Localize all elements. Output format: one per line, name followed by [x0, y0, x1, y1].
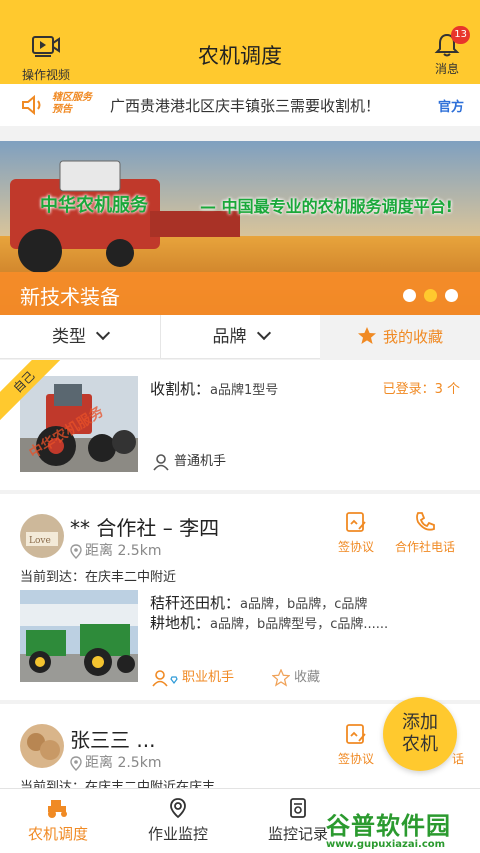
favorite-label: 收藏	[294, 670, 321, 685]
distance: 距离 2.5km	[70, 752, 161, 772]
machine-photo	[20, 590, 138, 682]
machine-spec: 收割机：a品牌1型号	[150, 378, 278, 399]
watermark-title: 谷普软件园	[326, 812, 451, 840]
carousel-dot[interactable]	[403, 289, 416, 302]
machine-line-2-label: 耕地机：	[150, 614, 211, 632]
tab-job-monitoring-label: 作业监控	[147, 825, 208, 843]
operator-role: 职业机手	[152, 666, 234, 687]
operator-role-label: 职业机手	[182, 670, 235, 685]
machine-line-1-value: a品牌，b品牌，c品牌	[240, 597, 368, 612]
type-filter[interactable]: 类型	[0, 315, 160, 359]
avatar: Love	[20, 514, 64, 558]
cooperative-phone-label: 合作社电话	[394, 540, 455, 554]
brand-filter-label: 品牌	[212, 327, 247, 347]
add-machine-button[interactable]: 添加 农机	[383, 697, 457, 771]
cooperative-card[interactable]: Love ** 合作社 – 李四 距离 2.5km 签协议 合作社电话 当前到达…	[0, 494, 480, 700]
machine-line-1-label: 秸秆还田机：	[150, 594, 241, 612]
machine-line-2: 耕地机：a品牌，b品牌型号，c品牌......	[150, 612, 388, 633]
avatar	[20, 724, 64, 768]
star-outline-icon	[271, 667, 291, 687]
distance-label: 距离 2.5km	[85, 543, 162, 559]
page-title: 农机调度	[198, 44, 282, 68]
location-pin-icon	[70, 543, 82, 559]
chevron-down-icon	[256, 325, 271, 341]
operator-role-label: 普通机手	[174, 454, 227, 469]
brand-filter[interactable]: 品牌	[160, 315, 320, 359]
app-screen: 操作视频 农机调度 13 消息 辖区服务 预告 广西贵港港北区庆丰镇张三需要收割…	[0, 0, 480, 853]
filter-bar: 类型 品牌 我的收藏	[0, 315, 480, 359]
tab-job-monitoring[interactable]: 作业监控	[128, 797, 228, 844]
distance: 距离 2.5km	[70, 540, 161, 560]
machine-card-self[interactable]: 中华农机服务 自己 收割机：a品牌1型号 已登录：3 个 普通机手	[0, 360, 480, 490]
professional-operator-icon	[152, 669, 178, 687]
tab-machine-dispatch-label: 农机调度	[27, 825, 88, 843]
notice-tag: 辖区服务 预告	[52, 92, 98, 116]
star-icon	[357, 326, 376, 344]
bell-icon: 13	[434, 26, 470, 58]
distance-label: 距离 2.5km	[85, 755, 162, 771]
carousel-dots[interactable]	[395, 287, 458, 306]
operator-role: 普通机手	[152, 450, 226, 471]
my-favorites-tab[interactable]: 我的收藏	[320, 315, 480, 359]
add-machine-label-line2: 农机	[402, 734, 438, 755]
notice-tag-line1: 辖区服务	[52, 92, 92, 103]
machine-line-2-value: a品牌，b品牌型号，c品牌......	[210, 617, 389, 632]
banner-carousel[interactable]: 中华农机服务 — 中国最专业的农机服务调度平台! 新技术装备	[0, 141, 480, 315]
speaker-icon	[22, 94, 41, 116]
location-pin-icon	[70, 755, 82, 771]
location-target-icon	[170, 798, 186, 819]
tab-machine-dispatch[interactable]: 农机调度	[8, 797, 108, 844]
sign-agreement-button[interactable]: 签协议	[334, 510, 378, 555]
add-machine-label-line1: 添加	[402, 712, 438, 733]
notice-message: 广西贵港港北区庆丰镇张三需要收割机！	[110, 97, 381, 115]
cooperative-name: ** 合作社 – 李四	[70, 516, 220, 540]
chevron-down-icon	[95, 325, 111, 341]
phone-icon	[416, 512, 435, 531]
machine-type-value: a品牌1型号	[210, 383, 279, 398]
banner-slogan-brand: 中华农机服务	[40, 195, 148, 216]
tab-monitoring-records-label: 监控记录	[267, 825, 328, 843]
person-icon	[153, 453, 169, 471]
top-header: 操作视频 农机调度 13 消息	[0, 0, 480, 84]
type-filter-label: 类型	[52, 327, 86, 347]
harvester-icon	[48, 800, 67, 818]
watermark-url: www.gupuxiazai.com	[326, 839, 446, 850]
banner-slogan-text: — 中国最专业的农机服务调度平台!	[200, 197, 453, 216]
arrival-location: 当前到达：在庆丰二中附近	[20, 570, 177, 585]
site-watermark: 谷普软件园 www.gupuxiazai.com	[326, 806, 476, 853]
cooperative-phone-button[interactable]: 合作社电话	[390, 510, 460, 555]
notice-bar[interactable]: 辖区服务 预告 广西贵港港北区庆丰镇张三需要收割机！ 官方	[0, 84, 480, 126]
favorite-button[interactable]: 收藏	[271, 666, 321, 687]
machine-type-label: 收割机：	[150, 380, 211, 398]
operator-name: 张三三 ...	[70, 728, 156, 752]
agreement-icon	[346, 512, 366, 532]
notice-tag-line2: 预告	[52, 104, 72, 115]
arrival-location: 当前到达：在庆丰二中附近在庆丰	[20, 780, 216, 788]
official-link[interactable]: 官方	[438, 96, 464, 115]
messages-button[interactable]: 13 消息	[430, 26, 470, 77]
tractors-image	[20, 590, 138, 682]
logged-in-count: 已登录：3 个	[382, 382, 460, 397]
banner-caption-bar: 新技术装备	[0, 272, 480, 315]
self-ribbon-label: 自己	[0, 360, 67, 425]
self-ribbon: 自己	[0, 360, 70, 430]
svg-text:Love: Love	[29, 536, 51, 546]
machine-line-1: 秸秆还田机：a品牌，b品牌，c品牌	[150, 592, 367, 613]
my-favorites-label: 我的收藏	[382, 328, 443, 346]
carousel-dot[interactable]	[445, 289, 458, 302]
banner-caption: 新技术装备	[20, 285, 120, 309]
messages-label: 消息	[434, 62, 459, 76]
record-icon	[290, 798, 306, 818]
sign-agreement-label: 签协议	[337, 752, 374, 766]
sign-agreement-button[interactable]: 签协议	[334, 722, 378, 767]
message-count-badge: 13	[451, 26, 470, 44]
agreement-icon	[346, 724, 366, 744]
carousel-dot-active[interactable]	[424, 289, 437, 302]
sign-agreement-label: 签协议	[337, 540, 374, 554]
